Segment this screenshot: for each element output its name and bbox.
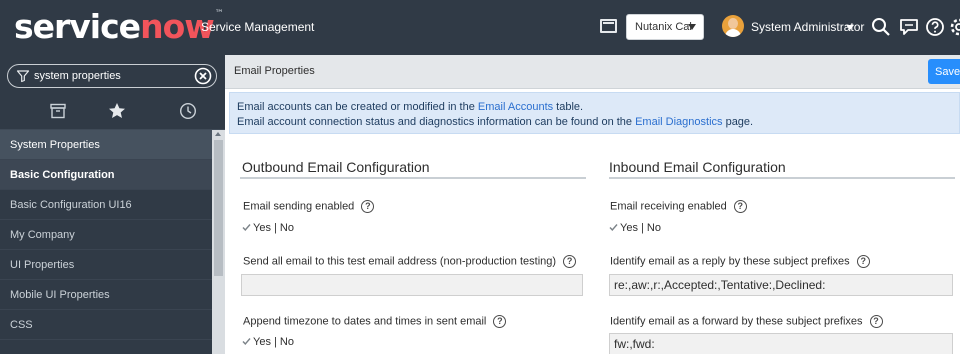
help-circle-icon[interactable]: ? [733,200,747,213]
navigator-filter [7,64,217,88]
save-button[interactable]: Save [928,59,960,84]
info-line-2: Email account connection status and diag… [237,115,959,130]
email-diagnostics-link[interactable]: Email Diagnostics [635,116,722,128]
nav-module-system-properties[interactable]: System Properties [0,130,212,160]
info-text: Email account connection status and diag… [237,116,636,128]
field-label-text: Email receiving enabled [610,200,727,213]
field-label-text: Identify email as a reply by these subje… [610,255,850,268]
checkbox-checked-icon [242,224,251,231]
search-icon[interactable] [870,16,892,38]
nav-item-my-company[interactable]: My Company [0,220,212,250]
main-content: Email Properties Save Email accounts can… [225,55,960,354]
yes-no-value: Yes | No [620,222,661,234]
outbound-section-divider [240,177,586,179]
forward-prefix-label: Identify email as a forward by these sub… [610,315,883,328]
help-circle-icon[interactable]: ? [563,255,577,268]
info-text: page. [722,116,754,128]
info-line-1: Email accounts can be created or modifie… [237,100,959,115]
field-label-text: Email sending enabled [243,200,355,213]
yes-no-value: Yes | No [253,222,294,234]
inbound-section-divider [609,177,955,179]
servicenow-logo[interactable]: servicenow™ [14,7,224,46]
filter-icon [16,69,30,83]
inbound-section-title: Inbound Email Configuration [609,159,786,175]
test-address-label: Send all email to this test email addres… [243,255,577,268]
info-text: table. [553,101,584,113]
app-name: Service Management [201,20,315,34]
test-address-input[interactable] [241,274,583,296]
close-circle-icon[interactable] [194,67,212,85]
user-menu-caret-icon[interactable] [846,25,854,30]
append-timezone-label: Append timezone to dates and times in se… [243,315,507,328]
avatar[interactable] [722,15,744,37]
clock-icon[interactable] [178,101,200,121]
field-label-text: Send all email to this test email addres… [243,255,557,268]
logo-trademark: ™ [214,9,224,19]
info-message: Email accounts can be created or modifie… [229,92,960,134]
email-receiving-toggle[interactable]: Yes | No [609,222,661,234]
navigator-filter-input[interactable] [34,68,184,84]
archive-icon[interactable] [48,101,70,121]
help-circle-icon[interactable]: ? [493,315,507,328]
scrollbar-thumb[interactable] [214,140,223,276]
page-title: Email Properties [234,65,315,77]
nav-item-css[interactable]: CSS [0,310,212,340]
navigator-scrollbar[interactable] [212,130,225,354]
field-label-text: Identify email as a forward by these sub… [610,315,863,328]
reply-prefix-label: Identify email as a reply by these subje… [610,255,870,268]
window-icon[interactable] [600,19,617,33]
help-circle-icon[interactable]: ? [869,315,883,328]
navigator-tabs [0,93,225,130]
outbound-section-title: Outbound Email Configuration [242,159,430,175]
email-accounts-link[interactable]: Email Accounts [478,101,553,113]
chevron-down-icon [688,24,696,30]
info-text: Email accounts can be created or modifie… [237,101,478,113]
nav-item-basic-configuration[interactable]: Basic Configuration [0,160,212,190]
append-timezone-toggle[interactable]: Yes | No [242,336,294,348]
reply-prefix-input[interactable] [609,274,953,296]
gear-icon[interactable] [948,16,960,38]
list-item-label: System Properties [10,138,100,151]
email-receiving-label: Email receiving enabled? [610,200,747,213]
form-header: Email Properties Save [225,55,960,89]
yes-no-value: Yes | No [253,336,294,348]
forward-prefix-input[interactable] [609,333,953,354]
help-circle-icon[interactable]: ? [856,255,870,268]
list-item-label: CSS [10,318,33,331]
nav-item-ui-properties[interactable]: UI Properties [0,250,212,280]
list-item-label: Basic Configuration UI16 [10,198,132,211]
domain-select-value: Nutanix Cal [635,21,692,33]
list-item-label: Mobile UI Properties [10,288,110,301]
list-item-label: My Company [10,228,75,241]
chat-icon[interactable] [898,16,920,38]
navigator-list: System Properties Basic Configuration Ba… [0,130,212,354]
nav-item-mobile-ui-properties[interactable]: Mobile UI Properties [0,280,212,310]
field-label-text: Append timezone to dates and times in se… [243,315,487,328]
star-icon[interactable] [107,101,129,121]
help-icon[interactable] [924,16,946,38]
nav-item-basic-configuration-ui16[interactable]: Basic Configuration UI16 [0,190,212,220]
top-banner: servicenow™ Service Management Nutanix C… [0,0,960,55]
domain-select[interactable]: Nutanix Cal [626,14,704,40]
list-item-label: Basic Configuration [10,168,115,181]
list-item-label: UI Properties [10,258,75,271]
checkbox-checked-icon [609,224,618,231]
scroll-up-arrow-icon[interactable] [215,132,221,136]
email-sending-label: Email sending enabled? [243,200,375,213]
logo-service-text: service [14,7,141,46]
email-sending-toggle[interactable]: Yes | No [242,222,294,234]
application-navigator: System Properties Basic Configuration Ba… [0,55,225,354]
checkbox-checked-icon [242,338,251,345]
help-circle-icon[interactable]: ? [361,200,375,213]
